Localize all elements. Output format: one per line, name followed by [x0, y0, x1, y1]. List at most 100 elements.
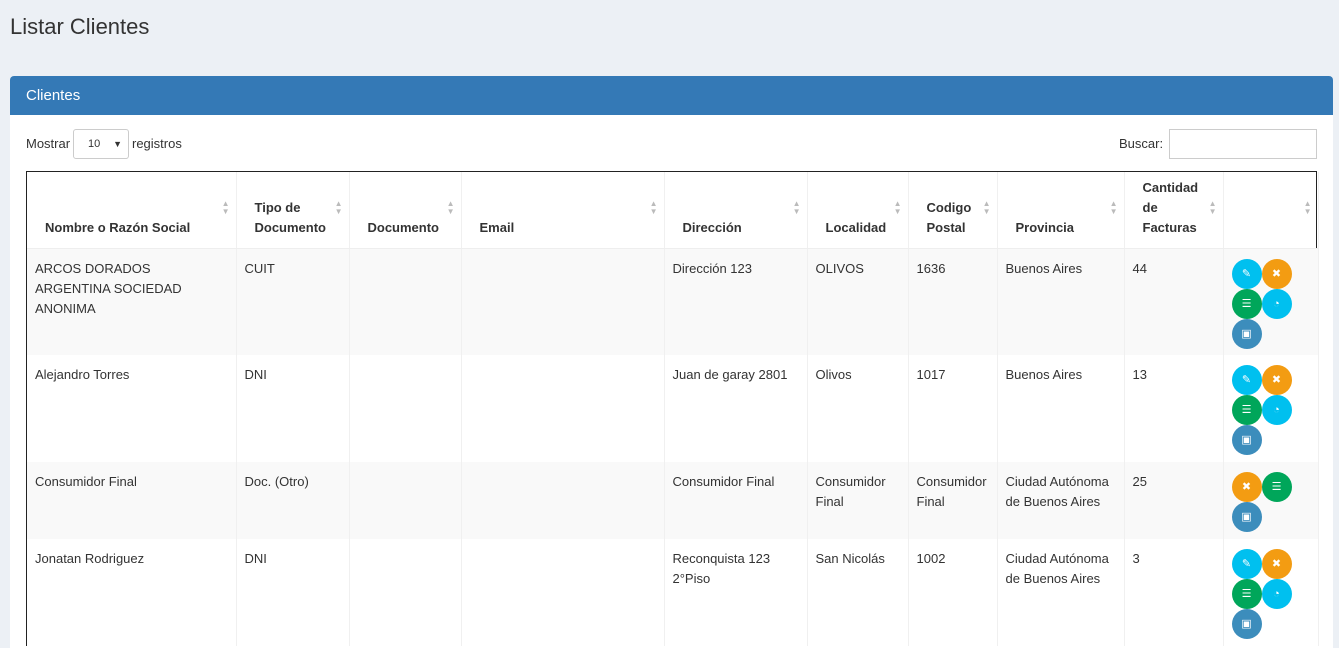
money-button[interactable]: ▣	[1231, 609, 1262, 639]
col-header-tipo[interactable]: Tipo de Documento ▲ ▼	[236, 172, 350, 249]
dashboard-icon: ◔	[1273, 588, 1280, 600]
cell-documento	[349, 355, 462, 462]
cell-provincia: Ciudad Autónoma de Buenos Aires	[997, 539, 1125, 646]
dashboard-button[interactable]: ◔	[1261, 288, 1292, 319]
dashboard-icon: ◔	[1273, 297, 1280, 310]
cell-direccion: Reconquista 123 2°Piso	[664, 539, 808, 646]
cell-email	[461, 248, 665, 355]
cell-nombre: ARCOS DORADOS ARGENTINA SOCIEDAD ANONIMA	[27, 248, 237, 355]
list-button[interactable]: ☰	[1231, 579, 1262, 609]
dashboard-icon: ◔	[1273, 404, 1280, 416]
dashboard-button[interactable]: ◔	[1261, 579, 1292, 609]
money-icon: ▣	[1241, 618, 1252, 630]
money-button[interactable]: ▣	[1231, 502, 1262, 532]
list-icon: ☰	[1271, 481, 1282, 493]
sort-icon: ▲ ▼	[792, 199, 801, 216]
page-length-value: 10	[88, 138, 101, 150]
cell-nombre: Consumidor Final	[27, 462, 237, 539]
cell-tipo: DNI	[236, 539, 350, 646]
close-icon: ✖	[1271, 267, 1282, 280]
clientes-box: Clientes Mostrar 10 ▼ registros Buscar: …	[10, 76, 1333, 648]
cell-documento	[349, 539, 462, 646]
money-icon: ▣	[1241, 511, 1252, 523]
cell-email	[461, 539, 665, 646]
sort-icon: ▲ ▼	[1303, 199, 1312, 216]
delete-button[interactable]: ✖	[1261, 365, 1292, 395]
col-header-codigo-postal[interactable]: Codigo Postal ▲ ▼	[908, 172, 998, 249]
cell-localidad: Consumidor Final	[807, 462, 909, 539]
pencil-icon: ✎	[1241, 374, 1252, 386]
cell-localidad: OLIVOS	[807, 248, 909, 355]
cell-provincia: Buenos Aires	[997, 355, 1125, 462]
col-header-documento[interactable]: Documento ▲ ▼	[349, 172, 462, 249]
sort-icon: ▲ ▼	[1208, 199, 1217, 216]
close-icon: ✖	[1271, 374, 1282, 386]
money-button[interactable]: ▣	[1231, 318, 1262, 349]
box-title: Clientes	[10, 76, 1333, 115]
list-button[interactable]: ☰	[1231, 288, 1262, 319]
cell-actions: ✎ ✖ ☰ ◔ ▣	[1223, 355, 1319, 462]
cell-tipo: Doc. (Otro)	[236, 462, 350, 539]
sort-icon: ▲ ▼	[982, 199, 991, 216]
cell-nombre: Jonatan Rodriguez	[27, 539, 237, 646]
show-label: Mostrar	[26, 136, 71, 151]
cell-email	[461, 355, 665, 462]
table-row: Alejandro Torres DNI Juan de garay 2801 …	[27, 355, 1319, 462]
list-button[interactable]: ☰	[1231, 395, 1262, 425]
list-button[interactable]: ☰	[1261, 472, 1292, 502]
cell-facturas: 3	[1124, 539, 1224, 646]
col-header-provincia[interactable]: Provincia ▲ ▼	[997, 172, 1125, 249]
money-button[interactable]: ▣	[1231, 425, 1262, 455]
sort-icon: ▲ ▼	[649, 199, 658, 216]
cell-actions: ✎ ✖ ☰ ◔ ▣	[1223, 248, 1319, 355]
cell-localidad: Olivos	[807, 355, 909, 462]
col-header-email[interactable]: Email ▲ ▼	[461, 172, 665, 249]
money-icon: ▣	[1241, 434, 1252, 446]
cell-cp: 1002	[908, 539, 998, 646]
close-icon: ✖	[1271, 558, 1282, 570]
table-row: Consumidor Final Doc. (Otro) Consumidor …	[27, 462, 1319, 539]
cell-provincia: Ciudad Autónoma de Buenos Aires	[997, 462, 1125, 539]
cell-facturas: 25	[1124, 462, 1224, 539]
sort-icon: ▲ ▼	[893, 199, 902, 216]
records-label: registros	[132, 136, 182, 151]
page-length-select[interactable]: 10 ▼	[73, 129, 129, 159]
dashboard-button[interactable]: ◔	[1261, 395, 1292, 425]
delete-button[interactable]: ✖	[1261, 258, 1292, 289]
edit-button[interactable]: ✎	[1231, 549, 1262, 579]
pencil-icon: ✎	[1241, 558, 1252, 570]
cell-documento	[349, 462, 462, 539]
table-controls: Mostrar 10 ▼ registros Buscar:	[10, 115, 1333, 171]
list-icon: ☰	[1241, 404, 1252, 416]
cell-provincia: Buenos Aires	[997, 248, 1125, 355]
col-header-localidad[interactable]: Localidad ▲ ▼	[807, 172, 909, 249]
sort-icon: ▲ ▼	[446, 199, 455, 216]
cell-tipo: DNI	[236, 355, 350, 462]
cell-actions: ✖ ☰ ▣	[1223, 462, 1319, 539]
cell-tipo: CUIT	[236, 248, 350, 355]
col-header-actions[interactable]: ▲ ▼	[1223, 172, 1319, 249]
col-header-nombre[interactable]: Nombre o Razón Social ▲ ▼	[27, 172, 237, 249]
clientes-table-wrap: Nombre o Razón Social ▲ ▼ Tipo de Document…	[26, 171, 1319, 646]
cell-actions: ✎ ✖ ☰ ◔ ▣	[1223, 539, 1319, 646]
table-header-row: Nombre o Razón Social ▲ ▼ Tipo de Document…	[27, 172, 1319, 249]
cell-cp: Consumidor Final	[908, 462, 998, 539]
pencil-icon: ✎	[1241, 267, 1252, 280]
cell-cp: 1017	[908, 355, 998, 462]
col-header-direccion[interactable]: Dirección ▲ ▼	[664, 172, 808, 249]
search-input[interactable]	[1169, 129, 1317, 159]
table-row: Jonatan Rodriguez DNI Reconquista 123 2°…	[27, 539, 1319, 646]
close-icon: ✖	[1241, 481, 1252, 493]
delete-button[interactable]: ✖	[1231, 472, 1262, 502]
edit-button[interactable]: ✎	[1231, 258, 1262, 289]
page-title: Listar Clientes	[10, 14, 150, 39]
cell-facturas: 44	[1124, 248, 1224, 355]
cell-direccion: Consumidor Final	[664, 462, 808, 539]
list-icon: ☰	[1241, 297, 1252, 310]
delete-button[interactable]: ✖	[1261, 549, 1292, 579]
cell-email	[461, 462, 665, 539]
col-header-facturas[interactable]: Cantidad de Facturas ▲ ▼	[1124, 172, 1224, 249]
cell-facturas: 13	[1124, 355, 1224, 462]
cell-nombre: Alejandro Torres	[27, 355, 237, 462]
edit-button[interactable]: ✎	[1231, 365, 1262, 395]
